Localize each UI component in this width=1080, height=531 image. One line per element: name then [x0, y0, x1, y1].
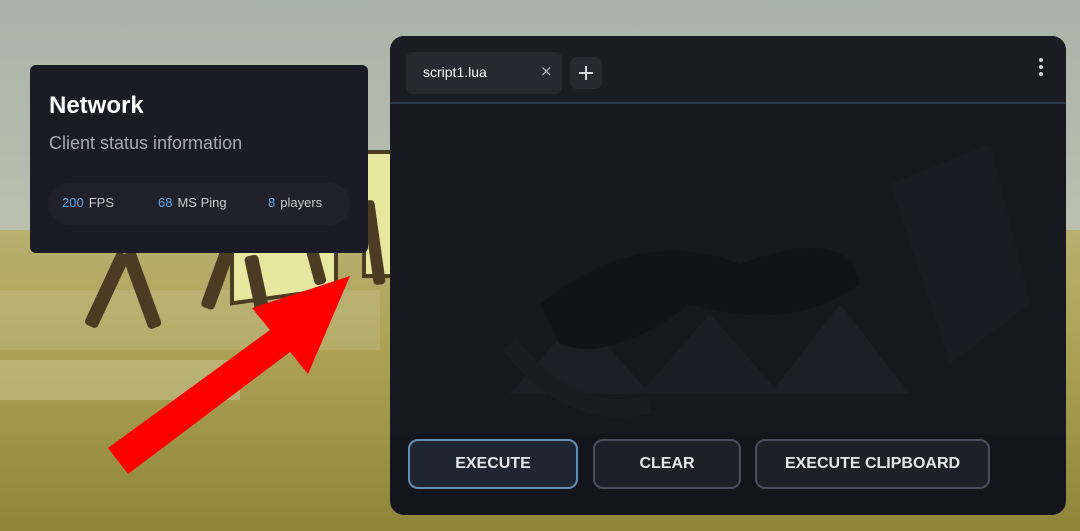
- network-panel: Network Client status information 200 FPS…: [30, 65, 368, 253]
- logo-watermark: [502, 144, 1030, 417]
- fps-stat: 200 FPS: [62, 195, 114, 210]
- tab-label: script1.lua: [423, 64, 487, 80]
- tab-script1[interactable]: script1.lua ×: [406, 52, 562, 94]
- ping-value: 68: [158, 195, 173, 210]
- execute-button[interactable]: EXECUTE: [408, 439, 578, 489]
- players-stat: 8 players: [268, 195, 322, 210]
- fps-value: 200: [62, 195, 84, 210]
- players-value: 8: [268, 195, 276, 210]
- plus-icon: [579, 66, 593, 80]
- close-tab-icon[interactable]: ×: [540, 62, 553, 80]
- tab-bar: script1.lua ×: [390, 36, 1066, 102]
- clear-button[interactable]: CLEAR: [593, 439, 741, 489]
- stats-bar: 200 FPS 68 MS Ping 8 players: [48, 183, 350, 225]
- fps-label: FPS: [88, 195, 114, 210]
- execute-clipboard-button[interactable]: EXECUTE CLIPBOARD: [755, 439, 990, 489]
- network-title: Network: [49, 92, 144, 119]
- add-tab-button[interactable]: [570, 57, 602, 89]
- players-label: players: [280, 195, 323, 210]
- ping-stat: 68 MS Ping: [158, 195, 227, 210]
- network-subtitle: Client status information: [49, 133, 243, 153]
- code-editor-area[interactable]: [390, 104, 1066, 434]
- ping-label: MS Ping: [177, 195, 227, 210]
- red-arrow-icon: [108, 276, 350, 474]
- script-editor-window: script1.lua × EXECUTE CLEAR EXECUTE CLIP…: [390, 36, 1066, 515]
- more-options-icon[interactable]: [1036, 58, 1046, 84]
